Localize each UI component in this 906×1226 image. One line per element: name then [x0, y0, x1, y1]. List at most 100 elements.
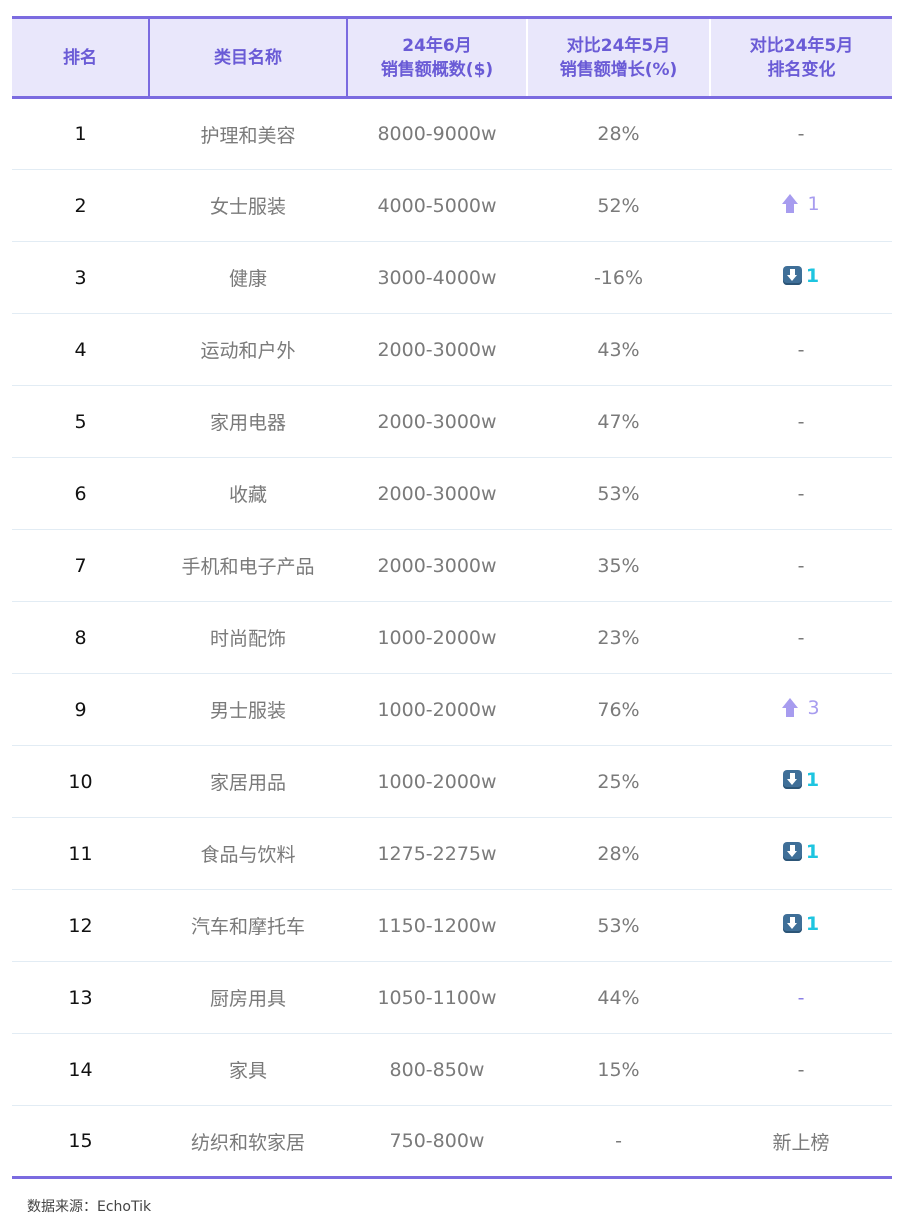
- table-row: 15 纺织和软家居 750-800w - 新上榜: [12, 1105, 892, 1179]
- no-change-dash: -: [797, 986, 805, 1009]
- table-row: 4 运动和户外 2000-3000w 43% -: [12, 313, 892, 386]
- table-row: 2 女士服装 4000-5000w 52% 1: [12, 169, 892, 242]
- down-arrow-icon: [782, 770, 802, 790]
- sales-cell: 2000-3000w: [347, 529, 527, 602]
- category-cell: 护理和美容: [149, 97, 347, 170]
- rank-cell: 14: [12, 1033, 149, 1106]
- up-arrow-icon: [782, 193, 799, 214]
- rank-change-value: 1: [805, 264, 820, 287]
- rank-change-value: 1: [805, 840, 820, 863]
- header-rank-change: 对比24年5月 排名变化: [710, 16, 892, 99]
- category-cell: 男士服装: [149, 673, 347, 746]
- rank-change-cell: -: [710, 961, 892, 1034]
- sales-cell: 1000-2000w: [347, 673, 527, 746]
- sales-cell: 800-850w: [347, 1033, 527, 1106]
- growth-cell: -: [527, 1105, 710, 1179]
- table-header: 排名 类目名称 24年6月 销售额概数($) 对比24年5月 销售额增长(%) 对比…: [12, 16, 892, 99]
- no-change-dash: -: [797, 123, 805, 145]
- rank-cell: 3: [12, 241, 149, 314]
- rank-change-cell: -: [710, 313, 892, 386]
- growth-cell: 28%: [527, 817, 710, 890]
- table-row: 1 护理和美容 8000-9000w 28% -: [12, 97, 892, 170]
- growth-cell: 35%: [527, 529, 710, 602]
- rank-change-cell: -: [710, 1033, 892, 1106]
- category-cell: 汽车和摩托车: [149, 889, 347, 962]
- no-change-dash: -: [797, 1058, 805, 1081]
- table-row: 8 时尚配饰 1000-2000w 23% -: [12, 601, 892, 674]
- table-row: 7 手机和电子产品 2000-3000w 35% -: [12, 529, 892, 602]
- category-cell: 食品与饮料: [149, 817, 347, 890]
- rank-cell: 4: [12, 313, 149, 386]
- rank-cell: 13: [12, 961, 149, 1034]
- no-change-dash: -: [797, 482, 805, 505]
- ranking-table-container: 排名 类目名称 24年6月 销售额概数($) 对比24年5月 销售额增长(%) 对比…: [12, 16, 892, 1179]
- down-arrow-icon: [782, 914, 802, 934]
- header-growth: 对比24年5月 销售额增长(%): [527, 16, 711, 99]
- rank-change-value: 1: [807, 192, 820, 215]
- header-row: 排名 类目名称 24年6月 销售额概数($) 对比24年5月 销售额增长(%) 对比…: [12, 16, 892, 99]
- growth-cell: 15%: [527, 1033, 710, 1106]
- category-cell: 运动和户外: [149, 313, 347, 386]
- table-row: 6 收藏 2000-3000w 53% -: [12, 457, 892, 530]
- rank-cell: 7: [12, 529, 149, 602]
- growth-cell: 25%: [527, 745, 710, 818]
- table-row: 10 家居用品 1000-2000w 25% 1: [12, 745, 892, 818]
- table-row: 9 男士服装 1000-2000w 76% 3: [12, 673, 892, 746]
- growth-cell: 43%: [527, 313, 710, 386]
- rank-change-value: 3: [807, 696, 820, 719]
- down-arrow-icon: [782, 266, 802, 286]
- table-body: 1 护理和美容 8000-9000w 28% - 2 女士服装 4000-500…: [12, 97, 892, 1179]
- category-cell: 健康: [149, 241, 347, 314]
- rank-change-cell: -: [710, 457, 892, 530]
- rank-cell: 5: [12, 385, 149, 458]
- sales-cell: 750-800w: [347, 1105, 527, 1179]
- category-cell: 纺织和软家居: [149, 1105, 347, 1179]
- down-arrow-icon: [782, 842, 802, 862]
- table-row: 11 食品与饮料 1275-2275w 28% 1: [12, 817, 892, 890]
- category-cell: 女士服装: [149, 169, 347, 242]
- data-source-note: 数据来源：EchoTik: [27, 1199, 152, 1215]
- rank-cell: 10: [12, 745, 149, 818]
- sales-cell: 1000-2000w: [347, 601, 527, 674]
- rank-change-cell: -: [710, 97, 892, 170]
- rank-change-cell: 1: [710, 241, 892, 314]
- header-category: 类目名称: [149, 16, 348, 99]
- rank-cell: 1: [12, 97, 149, 170]
- header-sales: 24年6月 销售额概数($): [347, 16, 528, 99]
- sales-cell: 8000-9000w: [347, 97, 527, 170]
- growth-cell: 44%: [527, 961, 710, 1034]
- header-rank: 排名: [12, 16, 150, 99]
- table-row: 12 汽车和摩托车 1150-1200w 53% 1: [12, 889, 892, 962]
- sales-cell: 2000-3000w: [347, 457, 527, 530]
- category-cell: 家用电器: [149, 385, 347, 458]
- new-entry-label: 新上榜: [772, 1131, 830, 1154]
- rank-change-value: 1: [805, 912, 820, 935]
- sales-cell: 1000-2000w: [347, 745, 527, 818]
- rank-change-cell: 1: [710, 169, 892, 242]
- category-ranking-table: 排名 类目名称 24年6月 销售额概数($) 对比24年5月 销售额增长(%) 对比…: [12, 16, 892, 1179]
- no-change-dash: -: [797, 626, 805, 649]
- growth-cell: 52%: [527, 169, 710, 242]
- sales-cell: 4000-5000w: [347, 169, 527, 242]
- rank-change-value: 1: [805, 768, 820, 791]
- rank-cell: 12: [12, 889, 149, 962]
- growth-cell: 47%: [527, 385, 710, 458]
- rank-cell: 11: [12, 817, 149, 890]
- up-arrow-icon: [782, 697, 799, 718]
- category-cell: 家具: [149, 1033, 347, 1106]
- growth-cell: 53%: [527, 889, 710, 962]
- rank-cell: 8: [12, 601, 149, 674]
- rank-change-cell: 1: [710, 889, 892, 962]
- category-cell: 家居用品: [149, 745, 347, 818]
- category-cell: 厨房用具: [149, 961, 347, 1034]
- category-cell: 手机和电子产品: [149, 529, 347, 602]
- rank-change-cell: 3: [710, 673, 892, 746]
- no-change-dash: -: [797, 338, 805, 361]
- growth-cell: -16%: [527, 241, 710, 314]
- rank-change-cell: 1: [710, 817, 892, 890]
- rank-change-cell: 1: [710, 745, 892, 818]
- table-row: 14 家具 800-850w 15% -: [12, 1033, 892, 1106]
- sales-cell: 1150-1200w: [347, 889, 527, 962]
- rank-change-cell: -: [710, 601, 892, 674]
- rank-cell: 6: [12, 457, 149, 530]
